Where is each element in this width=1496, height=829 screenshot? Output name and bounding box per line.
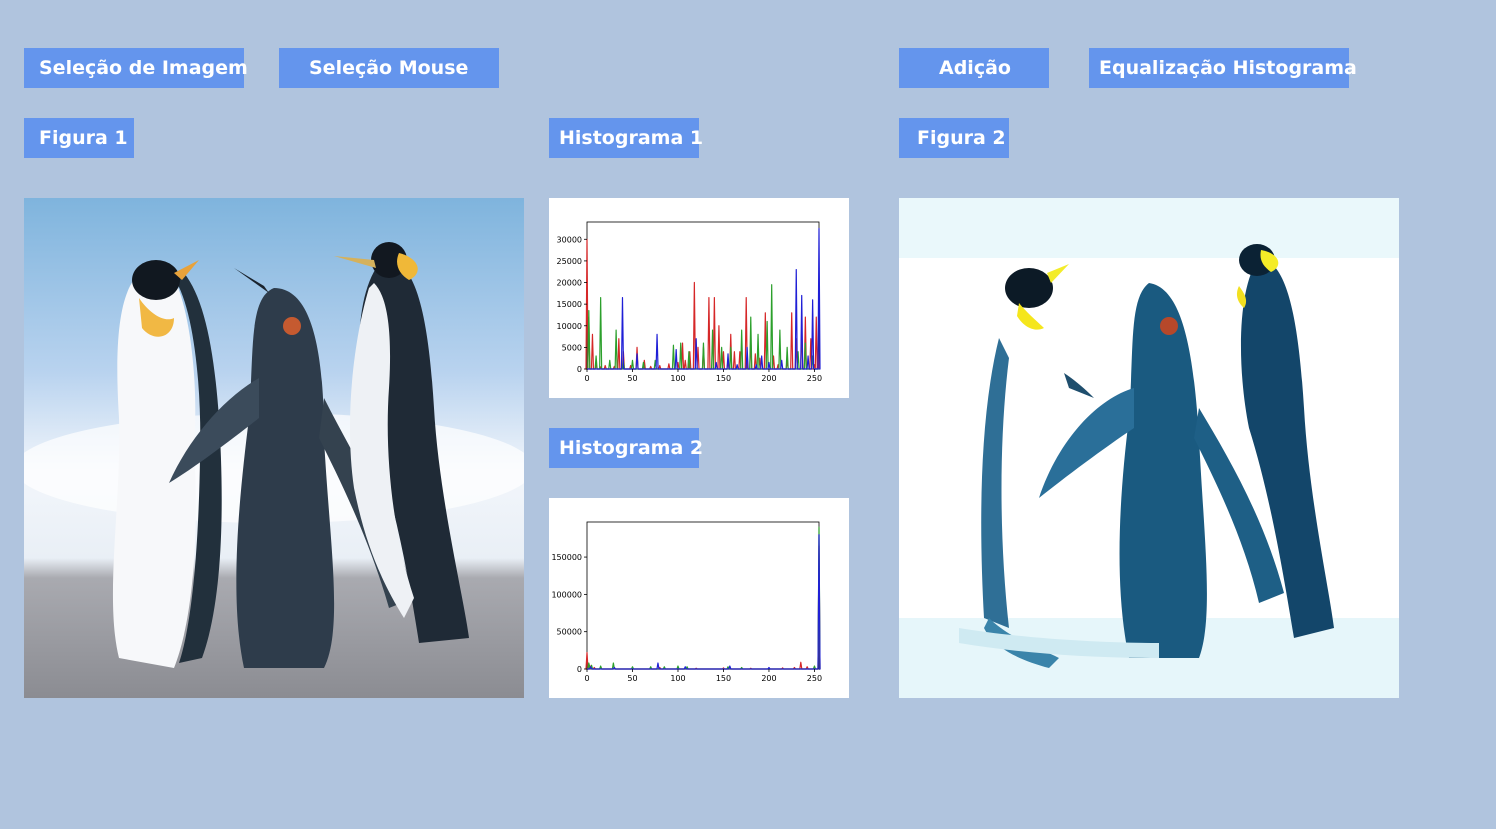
x-tick-label: 250 [807,674,822,683]
y-tick-label: 150000 [551,553,582,562]
histogram2-label: Histograma 2 [549,428,703,468]
histogram1-chart: 0 50 100 150 200 250 0 5000 10000 15000 20000 25000… [549,198,849,398]
x-tick-label: 200 [761,674,776,683]
x-tick-label: 200 [761,374,776,383]
y-tick-label: 0 [577,365,582,374]
y-tick-label: 25000 [557,257,582,266]
plot-frame [586,521,820,670]
x-tick-label: 100 [670,374,685,383]
y-tick-label: 50000 [557,628,582,637]
x-tick-label: 50 [627,374,637,383]
y-tick-label: 100000 [551,590,582,599]
histogram-series-blue [587,534,821,670]
image-selection-button[interactable]: Seleção de Imagem [24,48,248,88]
x-tick-label: 250 [807,374,822,383]
figure1-image [24,198,524,698]
addition-button[interactable]: Adição [899,48,1049,88]
x-tick-label: 0 [584,374,589,383]
figure2-image [899,198,1399,698]
y-tick-label: 20000 [557,279,582,288]
figure2-label: Figura 2 [899,118,1009,158]
histogram2-chart: 0 50 100 150 200 250 0 50000 100000 150000 [549,498,849,698]
histogram-series-red [585,545,821,670]
x-tick-label: 100 [670,674,685,683]
histogram-series-red [585,238,820,370]
mouse-selection-button[interactable]: Seleção Mouse [279,48,499,88]
figure1-label: Figura 1 [24,118,134,158]
histogram1-label: Histograma 1 [549,118,703,158]
y-tick-label: 30000 [557,235,582,244]
x-tick-label: 150 [716,374,731,383]
x-tick-label: 150 [716,674,731,683]
histogram-equalization-button[interactable]: Equalização Histograma [1089,48,1357,88]
x-tick-label: 50 [627,674,637,683]
x-tick-label: 0 [584,674,589,683]
y-tick-label: 0 [577,665,582,674]
y-tick-label: 10000 [557,322,582,331]
histogram-series-green [587,526,821,670]
y-tick-label: 15000 [557,300,582,309]
y-tick-label: 5000 [562,343,582,352]
